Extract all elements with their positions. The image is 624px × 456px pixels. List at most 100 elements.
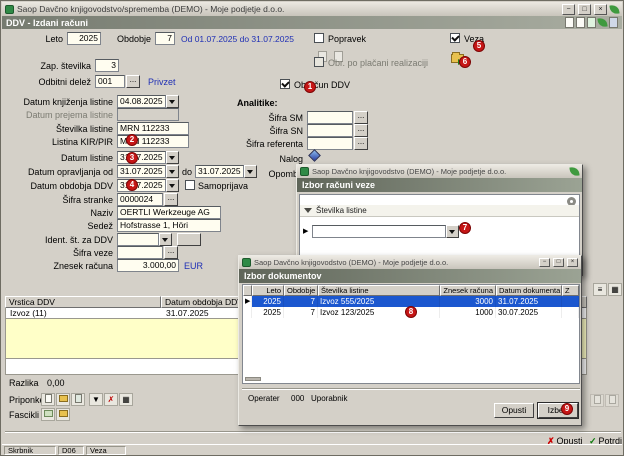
form-title: DDV - Izdani računi xyxy=(6,17,89,28)
obracun-ddv-checkbox[interactable] xyxy=(280,79,290,89)
sifra-sn-input[interactable] xyxy=(307,124,353,137)
grid-filter-icon[interactable]: ▦ xyxy=(608,283,622,296)
analitike-title: Analitike: xyxy=(237,98,278,108)
cell-datum: 31.07.2025 xyxy=(496,296,562,307)
datum-opravljanja-label: Datum opravljanja od xyxy=(27,167,113,177)
documents-grid-header[interactable]: Leto Obdobje Številka listine Znesek rač… xyxy=(243,285,579,296)
obdobje-input[interactable]: 7 xyxy=(155,32,175,45)
datum-obdobja-input[interactable]: 31.07.2025 xyxy=(117,179,166,192)
status-user: Skrbnik xyxy=(4,446,56,455)
fascikel-folder-icon[interactable] xyxy=(41,408,55,421)
sifra-stranke-lookup-button[interactable]: ... xyxy=(164,193,178,206)
cell-leto: 2025 xyxy=(252,296,284,307)
attachment-delete-icon[interactable]: ✗ xyxy=(104,393,118,406)
ident-ddv-input[interactable] xyxy=(117,233,159,246)
grid-row-vrstica: Izvoz (11) xyxy=(10,308,47,318)
sifra-referenta-lookup-button[interactable]: ... xyxy=(354,137,368,150)
cell-stevilka: Izvoz 123/2025 xyxy=(318,307,440,318)
attachment-open-folder-icon[interactable] xyxy=(56,393,70,406)
datum-knjizenja-input[interactable]: 04.08.2025 xyxy=(117,95,166,108)
sifra-sm-lookup-button[interactable]: ... xyxy=(354,111,368,124)
operater-name: Uporabnik xyxy=(311,394,348,403)
ident-ddv-check-button[interactable] xyxy=(177,233,201,246)
odbitni-lookup-button[interactable]: ... xyxy=(126,75,140,88)
veza-combo-dropdown[interactable] xyxy=(446,225,459,238)
col-znesek[interactable]: Znesek računa xyxy=(440,285,496,296)
filter-row[interactable]: Številka listine xyxy=(300,205,579,217)
dialog-izbor-dokumentov: Saop Davčno knjigovodstvo (DEMO) - Moje … xyxy=(238,255,582,426)
zap-stevilka-input[interactable]: 3 xyxy=(95,59,119,72)
attachment-dropdown-icon[interactable]: ▼ xyxy=(89,393,103,406)
attachment-list-icon[interactable]: ▦ xyxy=(119,393,133,406)
maximize-button[interactable]: □ xyxy=(578,3,591,15)
veza-checkbox[interactable] xyxy=(450,33,460,43)
naziv-input[interactable]: OERTLI Werkzeuge AG xyxy=(117,206,221,219)
dialog-maximize-button[interactable]: □ xyxy=(553,258,564,267)
stevilka-listine-input[interactable]: MRN 112233 xyxy=(117,122,189,135)
odbitni-delez-input[interactable]: 001 xyxy=(95,75,125,88)
print-icon[interactable] xyxy=(609,17,618,28)
znesek-racuna-input[interactable]: 3.000,00 xyxy=(117,259,179,272)
minimize-button[interactable]: − xyxy=(562,3,575,15)
app-window: Saop Davčno knjigovodstvo/sprememba (DEM… xyxy=(0,0,624,456)
datum-opravljanja-od-dropdown[interactable] xyxy=(166,165,179,178)
dialog-veza-column-header[interactable]: Številka listine xyxy=(316,206,367,215)
eco-leaf-icon[interactable] xyxy=(609,3,620,15)
export-document-icon[interactable] xyxy=(587,17,596,28)
selected-row-marker-icon: ▶ xyxy=(245,296,252,307)
cell-znesek: 3000 xyxy=(440,296,496,307)
eco-leaf-icon[interactable] xyxy=(569,166,580,177)
footer-separator xyxy=(5,431,621,433)
dialog-dok-titlebar[interactable]: Saop Davčno knjigovodstvo (DEMO) - Moje … xyxy=(239,256,581,269)
datum-obdobja-dropdown[interactable] xyxy=(166,179,179,192)
samoprijava-checkbox[interactable] xyxy=(185,180,195,190)
sifra-sn-lookup-button[interactable]: ... xyxy=(354,124,368,137)
refresh-leaf-icon[interactable] xyxy=(597,17,608,28)
grid-header-vrstica[interactable]: Vrstica DDV xyxy=(5,296,161,308)
main-titlebar[interactable]: Saop Davčno knjigovodstvo/sprememba (DEM… xyxy=(2,2,622,16)
dialog-close-button[interactable]: × xyxy=(567,258,578,267)
step-badge-5: 5 xyxy=(473,40,485,52)
col-datum[interactable]: Datum dokumenta xyxy=(496,285,562,296)
datum-knjizenja-dropdown[interactable] xyxy=(166,95,179,108)
sifra-stranke-input[interactable]: 0000024 xyxy=(117,193,163,206)
datum-listine-label: Datum listine xyxy=(60,153,113,163)
dialog-veza-titlebar[interactable]: Saop Davčno knjigovodstvo (DEMO) - Moje … xyxy=(297,165,582,178)
naziv-label: Naziv xyxy=(90,208,113,218)
status-mode: Veza xyxy=(86,446,126,455)
leto-input[interactable]: 2025 xyxy=(67,32,101,45)
step-badge-2: 2 xyxy=(126,134,138,146)
datum-listine-dropdown[interactable] xyxy=(166,151,179,164)
dialog-separator xyxy=(242,388,580,390)
sifra-sm-input[interactable] xyxy=(307,111,353,124)
datum-obdobja-label: Datum obdobja DDV xyxy=(30,181,113,191)
sedez-input[interactable]: Hofstrasse 1, Höri xyxy=(117,219,221,232)
sifra-veze-input[interactable] xyxy=(117,246,163,259)
ident-ddv-dropdown[interactable] xyxy=(159,233,172,246)
dialog-minimize-button[interactable]: − xyxy=(539,258,550,267)
document-icon[interactable] xyxy=(565,17,574,28)
fascikel-open-icon[interactable] xyxy=(56,408,70,421)
obr-placani-checkbox[interactable] xyxy=(314,57,324,67)
nalog-kite-icon[interactable] xyxy=(308,149,321,162)
dialog-opusti-button[interactable]: Opusti xyxy=(494,403,534,418)
col-stevilka[interactable]: Številka listine xyxy=(318,285,440,296)
dialog-dok-title: Saop Davčno knjigovodstvo (DEMO) - Moje … xyxy=(254,258,449,267)
col-leto[interactable]: Leto xyxy=(252,285,284,296)
popravek-checkbox[interactable] xyxy=(314,33,324,43)
hscroll-thumb[interactable] xyxy=(245,377,261,381)
col-obdobje[interactable]: Obdobje xyxy=(284,285,318,296)
grid-columns-icon[interactable]: ≡ xyxy=(593,283,607,296)
window-title: Saop Davčno knjigovodstvo/sprememba (DEM… xyxy=(17,4,285,14)
attachment-scan-icon[interactable] xyxy=(71,393,85,406)
sifra-veze-lookup-button[interactable]: ... xyxy=(164,246,178,259)
attachment-new-icon[interactable] xyxy=(41,393,55,406)
opombe-label: Opombe xyxy=(268,169,303,179)
cell-datum: 30.07.2025 xyxy=(496,307,562,318)
datum-opravljanja-od-input[interactable]: 31.07.2025 xyxy=(117,165,166,178)
veza-combo-input[interactable] xyxy=(312,225,446,238)
col-z[interactable]: Z xyxy=(562,285,579,296)
datum-listine-input[interactable]: 31.07.2025 xyxy=(117,151,166,164)
close-button[interactable]: × xyxy=(594,3,607,15)
copy-document-icon[interactable] xyxy=(576,17,585,28)
